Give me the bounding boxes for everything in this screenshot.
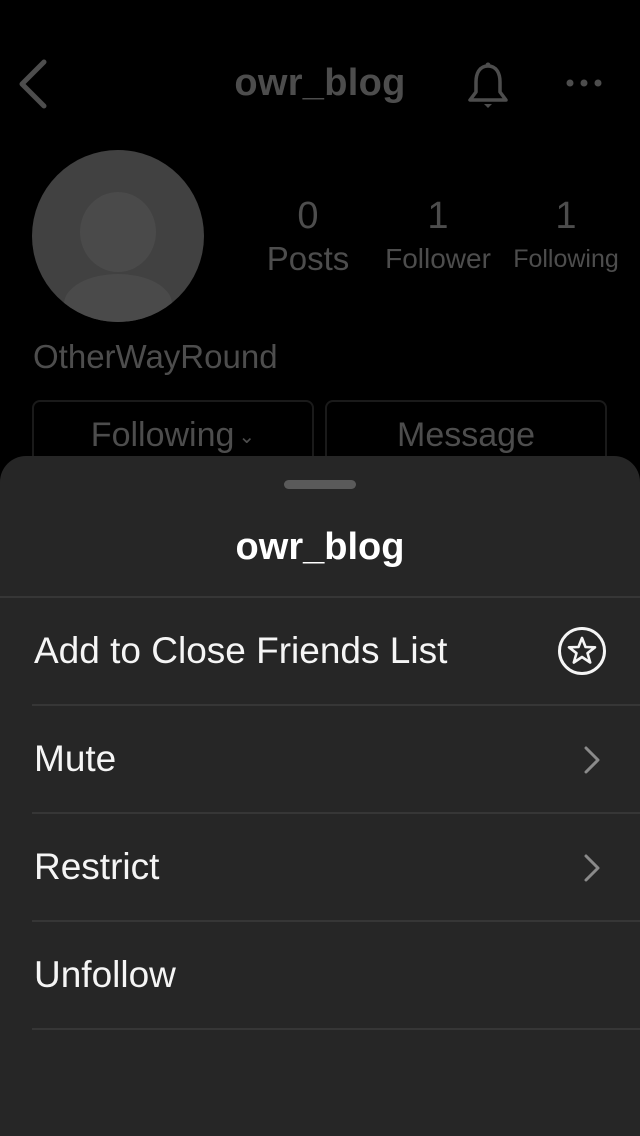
menu-item-label: Restrict <box>34 846 160 887</box>
avatar-body-shape <box>64 274 172 322</box>
sheet-grabber-handle[interactable] <box>284 480 356 489</box>
stat-value: 1 <box>555 195 577 237</box>
stat-label: Follower <box>385 243 491 274</box>
sheet-title: owr_blog <box>235 526 405 568</box>
menu-item-label: Unfollow <box>34 954 176 995</box>
display-name: OtherWayRound <box>33 338 278 375</box>
stat-followers[interactable]: 1 Follower <box>378 192 498 278</box>
bottom-sheet: owr_blog Add to Close Friends List Mute … <box>0 456 640 1136</box>
menu-item-restrict[interactable]: Restrict <box>0 814 640 922</box>
menu-item-label: Mute <box>34 738 117 779</box>
star-circle-icon <box>558 627 606 675</box>
stat-label: Posts <box>266 240 350 277</box>
chevron-right-icon <box>584 746 600 774</box>
sheet-menu: Add to Close Friends List Mute Restrict … <box>0 598 640 1030</box>
stat-value: 0 <box>297 195 319 237</box>
avatar-head-shape <box>80 192 156 272</box>
stat-following[interactable]: 1 Following <box>506 192 626 278</box>
menu-item-label: Add to Close Friends List <box>34 630 448 671</box>
menu-separator <box>32 1028 640 1030</box>
top-bar: owr_blog <box>0 40 640 130</box>
following-button-label: Following <box>90 416 235 454</box>
stat-label: Following <box>513 245 619 273</box>
message-button-label: Message <box>397 416 535 454</box>
chevron-right-icon <box>584 854 600 882</box>
menu-item-mute[interactable]: Mute <box>0 706 640 814</box>
profile-username-title: owr_blog <box>234 62 406 104</box>
stat-posts[interactable]: 0 Posts <box>258 192 358 278</box>
more-options-icon[interactable] <box>564 78 604 88</box>
bell-icon[interactable] <box>464 62 512 110</box>
menu-item-unfollow[interactable]: Unfollow <box>0 922 640 1030</box>
menu-item-add-close-friends[interactable]: Add to Close Friends List <box>0 598 640 706</box>
avatar[interactable] <box>32 150 204 322</box>
stat-value: 1 <box>427 195 449 237</box>
